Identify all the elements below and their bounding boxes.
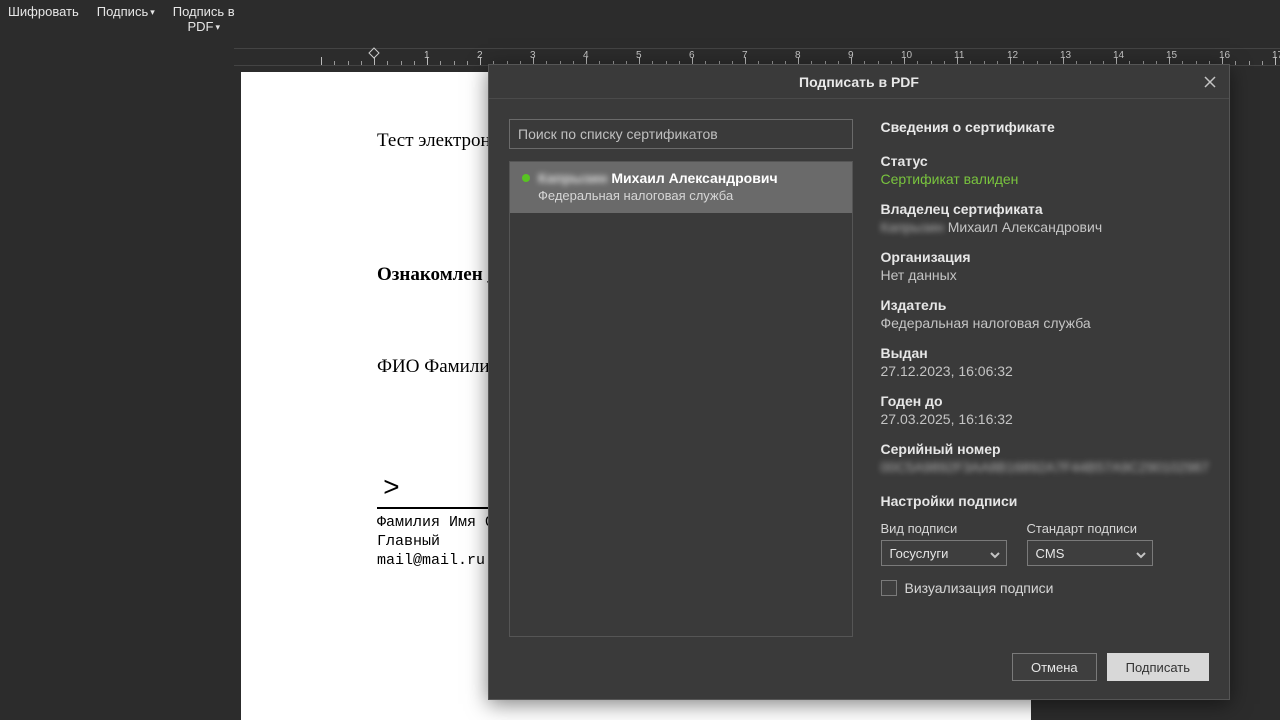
menu-sign-label: Подпись: [97, 4, 148, 19]
visualize-label: Визуализация подписи: [905, 580, 1054, 596]
dialog-footer: Отмена Подписать: [489, 637, 1229, 699]
org-value: Нет данных: [881, 267, 1210, 283]
valid-until-label: Годен до: [881, 393, 1210, 409]
cert-item-org: Федеральная налоговая служба: [538, 188, 840, 203]
issued-value: 27.12.2023, 16:06:32: [881, 363, 1210, 379]
serial-value: 00C5A9892F3AA8B16892A7F44B57A9C290102987: [881, 459, 1210, 475]
chevron-down-icon: ▾: [150, 5, 155, 20]
settings-header: Настройки подписи: [881, 493, 1210, 509]
owner-label: Владелец сертификата: [881, 201, 1210, 217]
menu-encrypt[interactable]: Шифровать: [8, 4, 79, 19]
cert-search-input[interactable]: [518, 126, 844, 142]
view-label: Вид подписи: [881, 521, 1007, 536]
view-select-value: Госуслуги: [890, 546, 949, 561]
cert-list-item[interactable]: Капрызин Михаил Александрович Федеральна…: [510, 162, 852, 213]
cancel-button[interactable]: Отмена: [1012, 653, 1097, 681]
view-select[interactable]: Госуслуги: [881, 540, 1007, 566]
menu-sign-in-pdf-l1: Подпись в: [173, 4, 235, 19]
cert-details: Сведения о сертификате Статус Сертификат…: [881, 119, 1210, 637]
standard-select[interactable]: CMS: [1027, 540, 1153, 566]
status-dot-icon: [522, 174, 530, 182]
checkbox-icon: [881, 580, 897, 596]
sign-pdf-dialog: Подписать в PDF Капрызин Михаил Александ…: [488, 64, 1230, 700]
chevron-down-icon: ▾: [215, 20, 220, 35]
dialog-titlebar: Подписать в PDF: [489, 65, 1229, 99]
cert-list: Капрызин Михаил Александрович Федеральна…: [509, 161, 853, 637]
details-header: Сведения о сертификате: [881, 119, 1210, 135]
issuer-value: Федеральная налоговая служба: [881, 315, 1210, 331]
issued-label: Выдан: [881, 345, 1210, 361]
close-icon: [1203, 75, 1217, 89]
dialog-title: Подписать в PDF: [799, 74, 919, 90]
owner-value: Капрызин Михаил Александрович: [881, 219, 1210, 235]
standard-select-value: CMS: [1036, 546, 1065, 561]
close-button[interactable]: [1199, 71, 1221, 93]
chevron-down-icon: [990, 548, 1000, 563]
cert-item-name: Капрызин Михаил Александрович: [538, 170, 778, 186]
sign-button[interactable]: Подписать: [1107, 653, 1209, 681]
status-label: Статус: [881, 153, 1210, 169]
menu-sign-in-pdf-l2: PDF▾: [173, 19, 235, 35]
standard-label: Стандарт подписи: [1027, 521, 1153, 536]
menubar: Шифровать Подпись▾ Подпись в PDF▾: [0, 0, 1280, 45]
menu-sign-in-pdf[interactable]: Подпись в PDF▾: [173, 4, 235, 35]
valid-until-value: 27.03.2025, 16:16:32: [881, 411, 1210, 427]
visualize-checkbox[interactable]: Визуализация подписи: [881, 580, 1210, 596]
status-value: Сертификат валиден: [881, 171, 1210, 187]
cert-search[interactable]: [509, 119, 853, 149]
chevron-down-icon: [1136, 548, 1146, 563]
serial-label: Серийный номер: [881, 441, 1210, 457]
menu-sign[interactable]: Подпись▾: [97, 4, 155, 20]
org-label: Организация: [881, 249, 1210, 265]
issuer-label: Издатель: [881, 297, 1210, 313]
